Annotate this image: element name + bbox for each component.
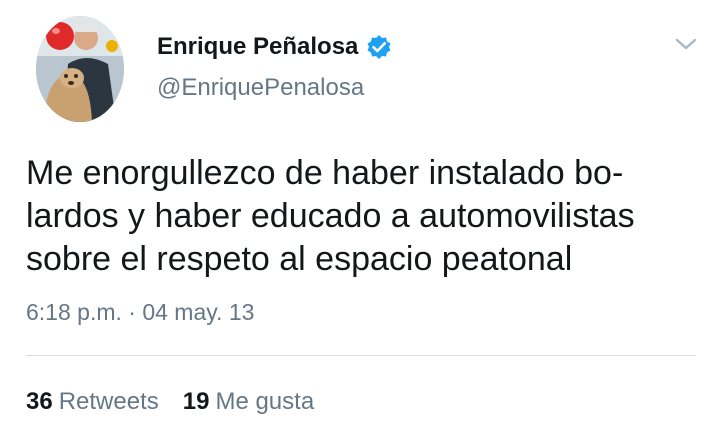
likes-stat[interactable]: 19 Me gusta <box>183 388 314 416</box>
verified-badge-icon <box>366 34 392 60</box>
avatar-photo <box>36 16 124 122</box>
retweets-count: 36 <box>26 388 53 415</box>
retweets-stat[interactable]: 36 Retweets <box>26 388 159 416</box>
divider <box>26 355 696 356</box>
author-handle[interactable]: @EnriquePenalosa <box>157 74 364 102</box>
likes-label: Me gusta <box>215 388 315 415</box>
author-avatar[interactable] <box>36 16 124 122</box>
tweet-stats: 36 Retweets 19 Me gusta <box>26 388 314 416</box>
likes-count: 19 <box>182 388 210 415</box>
tweet-timestamp[interactable]: 6:18 p.m. · 04 may. 13 <box>26 299 254 326</box>
author-name-row[interactable]: Enrique Peñalosa <box>157 33 392 61</box>
tweet-text: Me enorgullezco de haber instalado bo- l… <box>26 154 635 278</box>
author-name[interactable]: Enrique Peñalosa <box>157 33 358 61</box>
retweets-label: Retweets <box>58 388 159 415</box>
chevron-down-icon[interactable] <box>672 30 700 58</box>
